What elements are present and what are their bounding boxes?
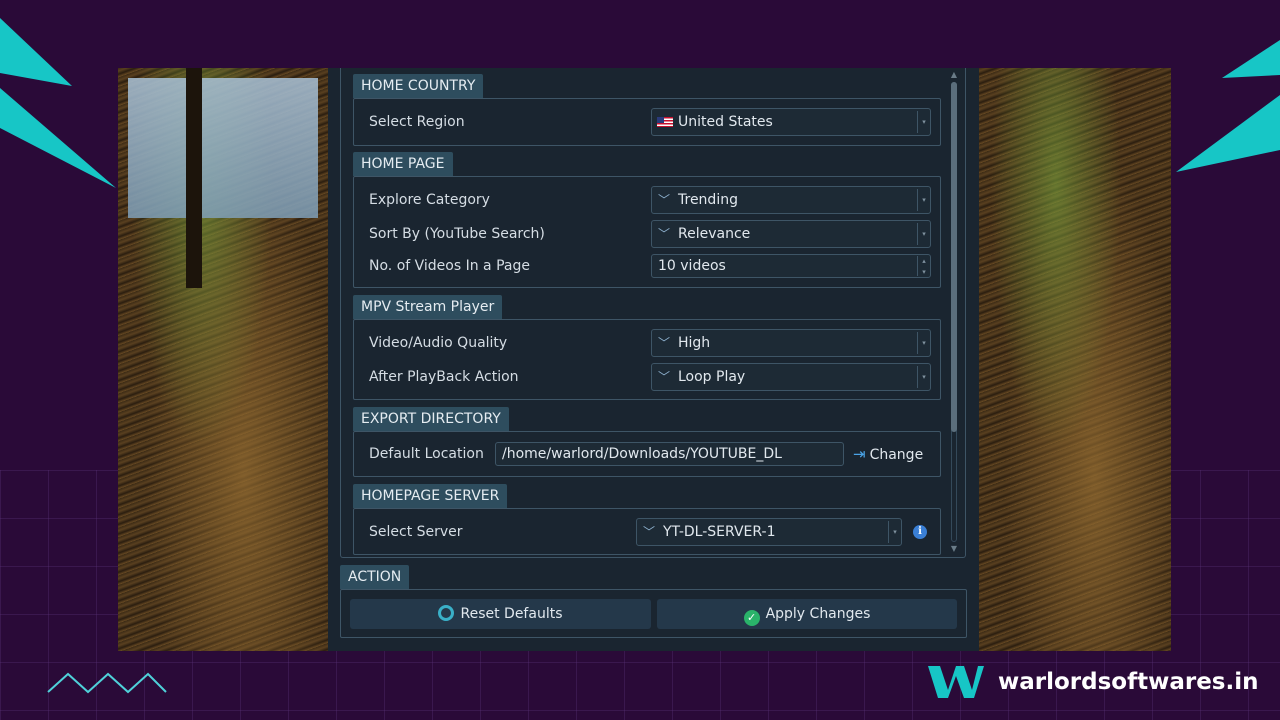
select-region-value: United States [678, 114, 773, 130]
decorative-triangle-left [0, 18, 116, 188]
background-photo-right [979, 68, 1171, 651]
group-title-action: ACTION [340, 565, 410, 589]
quality-value: High [678, 335, 711, 351]
select-server-value: YT-DL-SERVER-1 [663, 524, 776, 540]
dropdown-arrow-icon: ▾ [888, 521, 901, 543]
change-location-button[interactable]: ⇥ Change [853, 444, 923, 465]
explore-category-dropdown[interactable]: ﹀ Trending ▾ [651, 186, 931, 214]
chevron-down-icon: ﹀ [658, 193, 671, 207]
refresh-icon [438, 605, 455, 621]
spin-arrows-icon[interactable]: ▴ ▾ [917, 256, 930, 276]
after-playback-value: Loop Play [678, 369, 746, 385]
sort-by-label: Sort By (YouTube Search) [369, 226, 545, 242]
dropdown-arrow-icon: ▾ [917, 332, 930, 354]
chevron-down-icon: ﹀ [658, 227, 671, 241]
us-flag-icon [657, 117, 673, 127]
apply-changes-button[interactable]: ✓ Apply Changes [657, 599, 957, 629]
sort-by-dropdown[interactable]: ﹀ Relevance ▾ [651, 220, 931, 248]
check-circle-icon: ✓ [743, 610, 760, 626]
dropdown-arrow-icon: ▾ [917, 189, 930, 211]
dropdown-arrow-icon: ▾ [917, 366, 930, 388]
scroll-up-icon[interactable]: ▲ [949, 70, 959, 80]
explore-category-label: Explore Category [369, 192, 490, 208]
group-title-mpv-player: MPV Stream Player [353, 295, 503, 319]
brand-logo-icon [928, 666, 984, 698]
after-playback-dropdown[interactable]: ﹀ Loop Play ▾ [651, 363, 931, 391]
apply-changes-label: Apply Changes [765, 606, 871, 622]
group-title-homepage-server: HOMEPAGE SERVER [353, 484, 508, 508]
select-server-label: Select Server [369, 524, 463, 540]
zigzag-decoration [47, 672, 167, 694]
default-location-label: Default Location [369, 446, 484, 462]
chevron-down-icon: ﹀ [658, 336, 671, 350]
quality-dropdown[interactable]: ﹀ High ▾ [651, 329, 931, 357]
dropdown-arrow-icon: ▾ [917, 111, 930, 133]
videos-per-page-spinbox[interactable]: 10 videos ▴ ▾ [651, 254, 931, 278]
decorative-triangle-right [1176, 40, 1280, 172]
quality-label: Video/Audio Quality [369, 335, 508, 351]
reset-defaults-button[interactable]: Reset Defaults [350, 599, 651, 629]
settings-window: HOME COUNTRY Select Region United States… [328, 68, 979, 651]
videos-per-page-value: 10 videos [658, 258, 726, 274]
group-title-home-country: HOME COUNTRY [353, 74, 484, 98]
brand-name: warlordsoftwares.in [998, 669, 1259, 695]
reset-defaults-label: Reset Defaults [460, 606, 563, 622]
chevron-down-icon: ﹀ [658, 370, 671, 384]
select-region-label: Select Region [369, 114, 465, 130]
after-playback-label: After PlayBack Action [369, 369, 519, 385]
settings-scroll-area[interactable]: HOME COUNTRY Select Region United States… [340, 68, 966, 558]
info-icon[interactable]: i [913, 525, 927, 539]
explore-category-value: Trending [678, 192, 738, 208]
default-location-input[interactable]: /home/warlord/Downloads/YOUTUBE_DL [495, 442, 844, 466]
background-photo-left [118, 68, 328, 651]
scroll-down-icon[interactable]: ▼ [949, 544, 959, 554]
chevron-down-icon: ﹀ [643, 525, 656, 539]
vertical-scrollbar[interactable]: ▲ ▼ [949, 70, 959, 554]
sort-by-value: Relevance [678, 226, 751, 242]
group-title-export-directory: EXPORT DIRECTORY [353, 407, 509, 431]
dropdown-arrow-icon: ▾ [917, 223, 930, 245]
change-label: Change [869, 447, 924, 463]
export-icon: ⇥ [853, 445, 866, 463]
scrollbar-thumb[interactable] [951, 82, 957, 432]
select-server-dropdown[interactable]: ﹀ YT-DL-SERVER-1 ▾ [636, 518, 902, 546]
videos-per-page-label: No. of Videos In a Page [369, 258, 530, 274]
group-title-home-page: HOME PAGE [353, 152, 453, 176]
select-region-dropdown[interactable]: United States ▾ [651, 108, 931, 136]
